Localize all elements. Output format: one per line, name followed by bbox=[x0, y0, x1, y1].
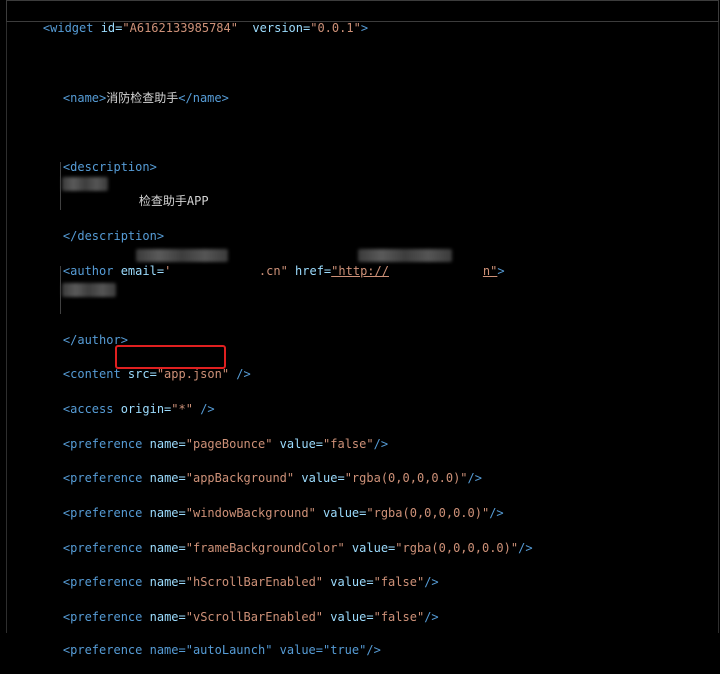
attr-value: value= bbox=[344, 541, 396, 555]
blurred-href bbox=[358, 249, 452, 262]
right-border bbox=[718, 22, 719, 633]
code-line-description-close: </description> bbox=[34, 212, 164, 243]
code-line-preference: <preference name="pageBounce" value="fal… bbox=[34, 420, 388, 451]
attr-name: name= bbox=[142, 471, 186, 485]
value-pref-value: "rgba(0,0,0,0.0)" bbox=[366, 506, 490, 520]
value-pref-name: "hScrollBarEnabled" bbox=[185, 575, 324, 589]
code-line-description-text: 检查助手APP bbox=[110, 177, 209, 208]
attr-value: value= bbox=[323, 575, 374, 589]
tag-content-open: <content bbox=[62, 367, 121, 381]
attr-name: name= bbox=[142, 610, 186, 624]
tag-author-open: <author bbox=[62, 264, 114, 278]
code-line-partial: <preference name="autoLaunch" value="tru… bbox=[34, 626, 381, 657]
attr-value: value= bbox=[323, 610, 374, 624]
blurred-email bbox=[136, 249, 228, 262]
code-line-preference: <preference name="hScrollBarEnabled" val… bbox=[34, 558, 439, 589]
name-text: 消防检查助手 bbox=[106, 91, 179, 105]
value-pref-value: "rgba(0,0,0,0.0)" bbox=[395, 541, 519, 555]
value-pref-name: "pageBounce" bbox=[185, 437, 273, 451]
tag-name-close: </name> bbox=[178, 91, 229, 105]
tag-content-close: /> bbox=[229, 367, 251, 381]
value-pref-value: "false" bbox=[373, 610, 425, 624]
code-line-description-open: <description> bbox=[34, 143, 157, 174]
tag-preference: <preference bbox=[62, 575, 143, 589]
attr-href: href= bbox=[287, 264, 332, 278]
tag-preference-close: /> bbox=[373, 437, 389, 451]
tag-name-open: <name> bbox=[62, 91, 107, 105]
tag-widget-close: > bbox=[360, 21, 369, 35]
tag-access-close: /> bbox=[192, 402, 215, 416]
tag-access-open: <access bbox=[62, 402, 114, 416]
tag-preference-close: /> bbox=[424, 610, 439, 624]
value-pref-name: "windowBackground" bbox=[185, 506, 316, 520]
attr-origin: origin= bbox=[113, 402, 172, 416]
code-line-preference: <preference name="frameBackgroundColor" … bbox=[34, 524, 533, 555]
tag-description-open: <description> bbox=[62, 160, 157, 174]
tag-author-close-bracket: > bbox=[497, 264, 505, 278]
code-line-name: <name>消防检查助手</name> bbox=[34, 74, 229, 105]
tag-preference-close: /> bbox=[467, 471, 482, 485]
code-editor[interactable]: <widget id="A6162133985784" version="0.0… bbox=[0, 0, 720, 657]
value-src: "app.json" bbox=[156, 367, 230, 381]
attr-value: value= bbox=[315, 506, 367, 520]
attr-name: name= bbox=[142, 437, 186, 451]
attr-src: src= bbox=[120, 367, 157, 381]
value-email-start: ' bbox=[164, 264, 172, 278]
code-line-widget: <widget id="A6162133985784" version="0.0… bbox=[14, 4, 368, 35]
code-line-access: <access origin="*" /> bbox=[34, 385, 215, 416]
attr-id: id= bbox=[93, 21, 123, 35]
tag-preference: <preference bbox=[62, 506, 143, 520]
value-pref-value: "false" bbox=[373, 575, 425, 589]
attr-value: value= bbox=[294, 471, 345, 485]
value-email-end: .cn" bbox=[258, 264, 288, 278]
attr-version: version= bbox=[237, 21, 311, 35]
tag-description-close: </description> bbox=[62, 229, 165, 243]
tag-preference: <preference bbox=[62, 610, 143, 624]
value-pref-name: "frameBackgroundColor" bbox=[185, 541, 345, 555]
indent-guide bbox=[60, 266, 61, 314]
tag-widget-open: <widget bbox=[42, 21, 94, 35]
description-text: 检查助手APP bbox=[138, 194, 209, 208]
attr-email: email= bbox=[113, 264, 165, 278]
tag-preference-close: /> bbox=[518, 541, 533, 555]
code-line-preference: <preference name="windowBackground" valu… bbox=[34, 489, 504, 520]
code-line-author-close: </author> bbox=[34, 316, 128, 347]
code-line-preference: <preference name="vScrollBarEnabled" val… bbox=[34, 593, 439, 624]
attr-value: value= bbox=[272, 437, 324, 451]
value-href-start[interactable]: "http:// bbox=[331, 264, 389, 278]
tag-preference: <preference bbox=[62, 437, 143, 451]
tag-preference-close: /> bbox=[489, 506, 504, 520]
value-href-end[interactable]: n" bbox=[483, 264, 497, 278]
value-pref-value: "rgba(0,0,0,0.0)" bbox=[344, 471, 468, 485]
partial-preference-line: <preference name="autoLaunch" value="tru… bbox=[62, 643, 381, 657]
value-origin: "*" bbox=[171, 402, 193, 416]
red-highlight-box bbox=[115, 345, 226, 369]
code-line-author-end: n"> bbox=[454, 247, 505, 278]
blurred-text bbox=[62, 177, 108, 191]
value-pref-value: "false" bbox=[323, 437, 374, 451]
indent-guide bbox=[60, 162, 61, 210]
blurred-author-name bbox=[62, 283, 116, 297]
attr-name: name= bbox=[142, 506, 186, 520]
tag-preference: <preference bbox=[62, 471, 143, 485]
value-id: "A6162133985784" bbox=[122, 21, 238, 35]
value-pref-name: "appBackground" bbox=[185, 471, 295, 485]
attr-name: name= bbox=[142, 575, 186, 589]
attr-name: name= bbox=[142, 541, 186, 555]
tag-preference: <preference bbox=[62, 541, 143, 555]
tag-preference-close: /> bbox=[424, 575, 439, 589]
code-line-preference: <preference name="appBackground" value="… bbox=[34, 454, 482, 485]
value-pref-name: "vScrollBarEnabled" bbox=[185, 610, 324, 624]
gutter-border bbox=[6, 22, 7, 633]
value-version: "0.0.1" bbox=[310, 21, 361, 35]
